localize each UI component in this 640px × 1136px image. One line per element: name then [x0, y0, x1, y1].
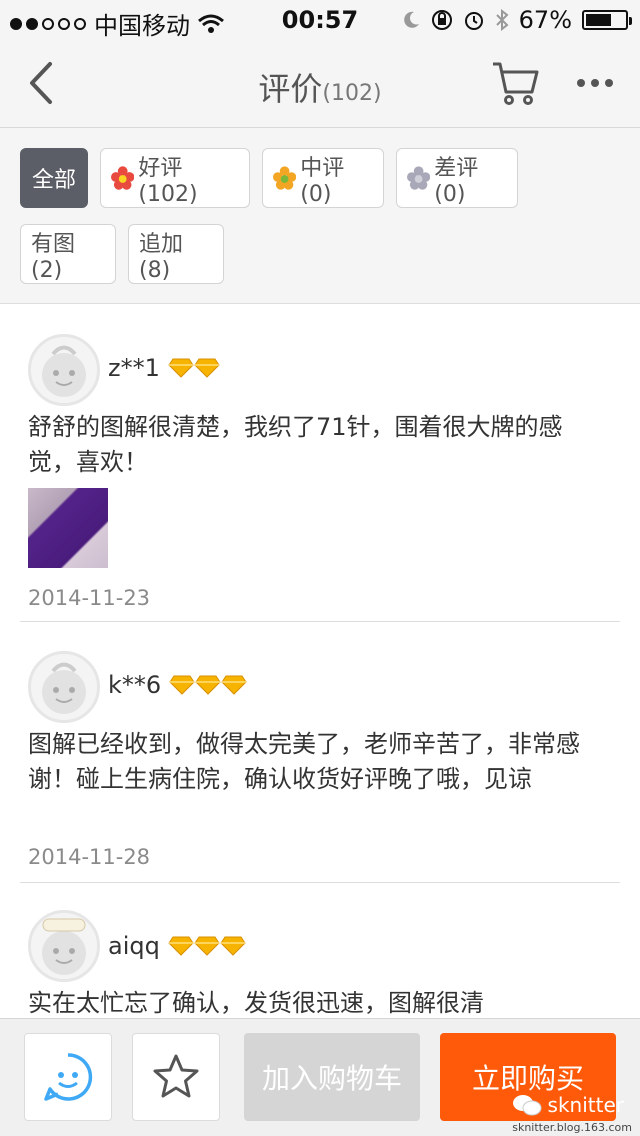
default-avatar-icon	[42, 918, 86, 975]
gray-flower-icon	[407, 166, 431, 190]
filter-appended[interactable]: 追加(8)	[128, 224, 224, 284]
review-count: (102)	[322, 81, 382, 106]
filter-medium-label: 中评(0)	[300, 155, 345, 207]
add-to-cart-label: 加入购物车	[261, 1062, 402, 1095]
reviewer-row: k**6	[108, 671, 247, 699]
reviewer-name: k**6	[108, 671, 162, 699]
review-item: aiqq 实在太忙忘了确认，发货很迅速，图解很清	[20, 884, 620, 1024]
watermark-url: sknitter.blog.163.com	[512, 1121, 632, 1134]
review-date: 2014-11-28	[28, 845, 151, 869]
buy-now-label: 立即购买	[471, 1062, 584, 1095]
gem-rating-icon	[168, 936, 246, 956]
review-text: 实在太忙忘了确认，发货很迅速，图解很清	[28, 989, 484, 1017]
alarm-icon	[464, 12, 483, 30]
review-text: 舒舒的图解很清楚，我织了71针，围着很大牌的感觉，喜欢！	[28, 413, 563, 476]
star-icon	[153, 1054, 199, 1098]
cart-icon[interactable]	[490, 58, 540, 108]
filter-bad-label: 差评(0)	[434, 155, 479, 207]
default-avatar-icon	[42, 662, 86, 714]
review-date: 2014-11-23	[28, 586, 151, 610]
battery-percent: 67%	[518, 6, 572, 34]
filter-panel: 全部 好评(102) 中评(0) 差评(0) 有图(2) 追加(8)	[0, 128, 640, 304]
avatar	[28, 651, 100, 723]
add-to-cart-button[interactable]: 加入购物车	[244, 1033, 420, 1121]
battery-icon	[582, 10, 632, 30]
status-right: 67%	[401, 6, 632, 34]
moon-icon	[403, 11, 419, 28]
gem-rating-icon	[168, 358, 220, 378]
watermark: sknitter	[512, 1093, 624, 1117]
filter-with-pics-label: 有图(2)	[31, 231, 76, 283]
favorite-button[interactable]	[132, 1033, 220, 1121]
page-title-text: 评价	[258, 70, 323, 108]
status-bar: 中国移动 00:57 67%	[0, 0, 640, 40]
reviewer-row: aiqq	[108, 932, 246, 960]
review-item: z**1 舒舒的图解很清楚，我织了71针，围着很大牌的感觉，喜欢！ 2014-1…	[20, 304, 620, 622]
header: 中国移动 00:57 67% 评价(102)	[0, 0, 640, 128]
red-flower-icon	[111, 166, 135, 190]
gem-rating-icon	[169, 675, 247, 695]
filter-with-pics[interactable]: 有图(2)	[20, 224, 116, 284]
review-text: 图解已经收到，做得太完美了，老师辛苦了，非常感谢！碰上生病住院，确认收货好评晚了…	[28, 730, 580, 793]
page-title: 评价(102)	[0, 64, 640, 110]
filter-all-label: 全部	[31, 168, 76, 193]
avatar	[28, 334, 100, 406]
filter-good-label: 好评(102)	[138, 155, 198, 207]
default-avatar-icon	[42, 345, 86, 397]
bottom-action-bar: 加入购物车 立即购买 sknitter sknitter.blog.163.co…	[0, 1018, 640, 1136]
watermark-text: sknitter	[547, 1093, 624, 1117]
rotation-lock-icon	[431, 10, 452, 30]
avatar	[28, 910, 100, 982]
reviewer-name: aiqq	[108, 932, 160, 960]
bluetooth-icon	[495, 9, 509, 31]
reviewer-name: z**1	[108, 354, 160, 382]
filter-all[interactable]: 全部	[20, 148, 88, 208]
filter-bad[interactable]: 差评(0)	[396, 148, 518, 208]
more-dots-icon[interactable]	[575, 68, 615, 98]
reviewer-row: z**1	[108, 354, 220, 382]
filter-appended-label: 追加(8)	[139, 231, 184, 283]
review-photo[interactable]	[28, 488, 108, 568]
chat-bubble-icon	[44, 1053, 93, 1101]
chat-button[interactable]	[24, 1033, 112, 1121]
nav-bar: 评价(102)	[0, 40, 640, 128]
filter-medium[interactable]: 中评(0)	[262, 148, 384, 208]
wechat-logo-icon	[512, 1095, 542, 1116]
filter-good[interactable]: 好评(102)	[100, 148, 250, 208]
yellow-flower-icon	[273, 166, 297, 190]
review-item: k**6 图解已经收到，做得太完美了，老师辛苦了，非常感谢！碰上生病住院，确认收…	[20, 623, 620, 883]
